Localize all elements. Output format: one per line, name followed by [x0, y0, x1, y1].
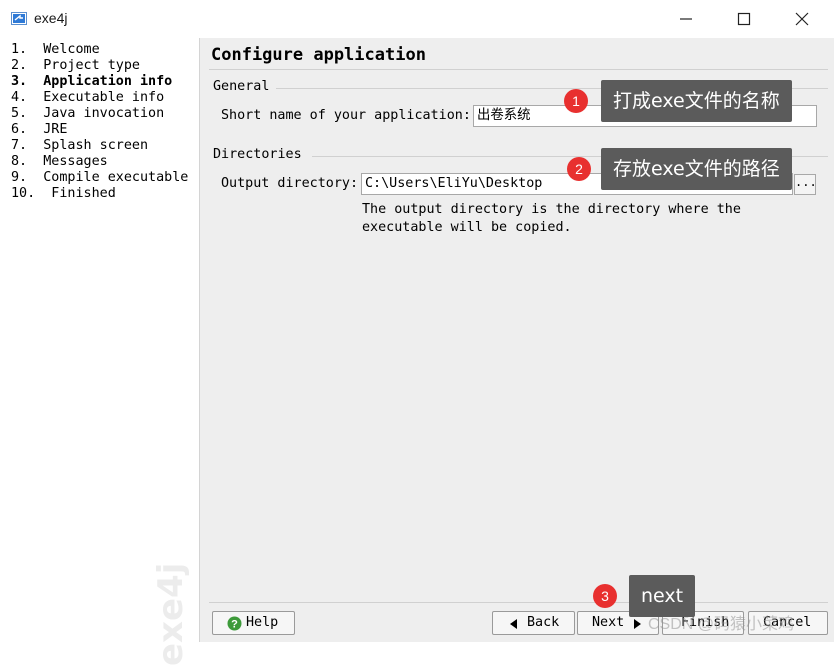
general-section-label: General — [213, 79, 270, 94]
next-label: Next — [592, 615, 625, 630]
annotation-badge-1: 1 — [564, 89, 588, 113]
help-button[interactable]: ? Help — [212, 611, 295, 635]
annotation-callout-2: 存放exe文件的路径 — [601, 148, 792, 190]
app-icon — [11, 12, 27, 25]
step-messages[interactable]: 8. Messages — [11, 154, 188, 170]
annotation-badge-3: 3 — [593, 584, 617, 608]
step-application-info[interactable]: 3. Application info — [11, 74, 188, 90]
svg-text:exe4j: exe4j — [151, 563, 191, 666]
help-label: Help — [246, 615, 279, 630]
content-panel: Configure application General Short name… — [200, 38, 834, 642]
close-button[interactable] — [773, 0, 831, 38]
output-directory-label: Output directory: — [221, 176, 359, 191]
step-project-type[interactable]: 2. Project type — [11, 58, 188, 74]
short-name-label: Short name of your application: — [221, 108, 471, 123]
page-title: Configure application — [211, 45, 426, 65]
heading-divider — [209, 69, 828, 70]
maximize-button[interactable] — [715, 0, 773, 38]
step-jre[interactable]: 6. JRE — [11, 122, 188, 138]
exe4j-watermark-logo: exe4j — [151, 563, 191, 666]
next-arrow-icon — [634, 619, 641, 629]
window-title: exe4j — [34, 10, 68, 26]
minimize-icon — [680, 18, 692, 20]
step-splash-screen[interactable]: 7. Splash screen — [11, 138, 188, 154]
maximize-icon — [737, 12, 751, 26]
browse-button[interactable]: ... — [794, 174, 817, 195]
footer-divider — [209, 602, 828, 603]
annotation-callout-1: 打成exe文件的名称 — [601, 80, 792, 122]
output-directory-hint: The output directory is the directory wh… — [362, 202, 741, 235]
annotation-badge-2: 2 — [567, 157, 591, 181]
step-java-invocation[interactable]: 5. Java invocation — [11, 106, 188, 122]
back-arrow-icon — [510, 619, 517, 629]
back-button[interactable]: Back — [492, 611, 575, 635]
minimize-button[interactable] — [657, 0, 715, 38]
help-icon: ? — [227, 616, 242, 631]
csdn-credit-watermark: CSDN @码猿小菜鸡 — [648, 616, 795, 633]
title-bar: exe4j — [0, 0, 834, 38]
directories-section-label: Directories — [213, 147, 302, 162]
svg-text:?: ? — [231, 619, 238, 631]
step-welcome[interactable]: 1. Welcome — [11, 42, 188, 58]
step-executable-info[interactable]: 4. Executable info — [11, 90, 188, 106]
close-icon — [795, 12, 809, 26]
steps-list: 1. Welcome 2. Project type 3. Applicatio… — [11, 42, 188, 202]
wizard-steps-sidebar: 1. Welcome 2. Project type 3. Applicatio… — [0, 38, 200, 666]
step-finished[interactable]: 10. Finished — [11, 186, 188, 202]
back-label: Back — [527, 615, 560, 630]
step-compile-executable[interactable]: 9. Compile executable — [11, 170, 188, 186]
